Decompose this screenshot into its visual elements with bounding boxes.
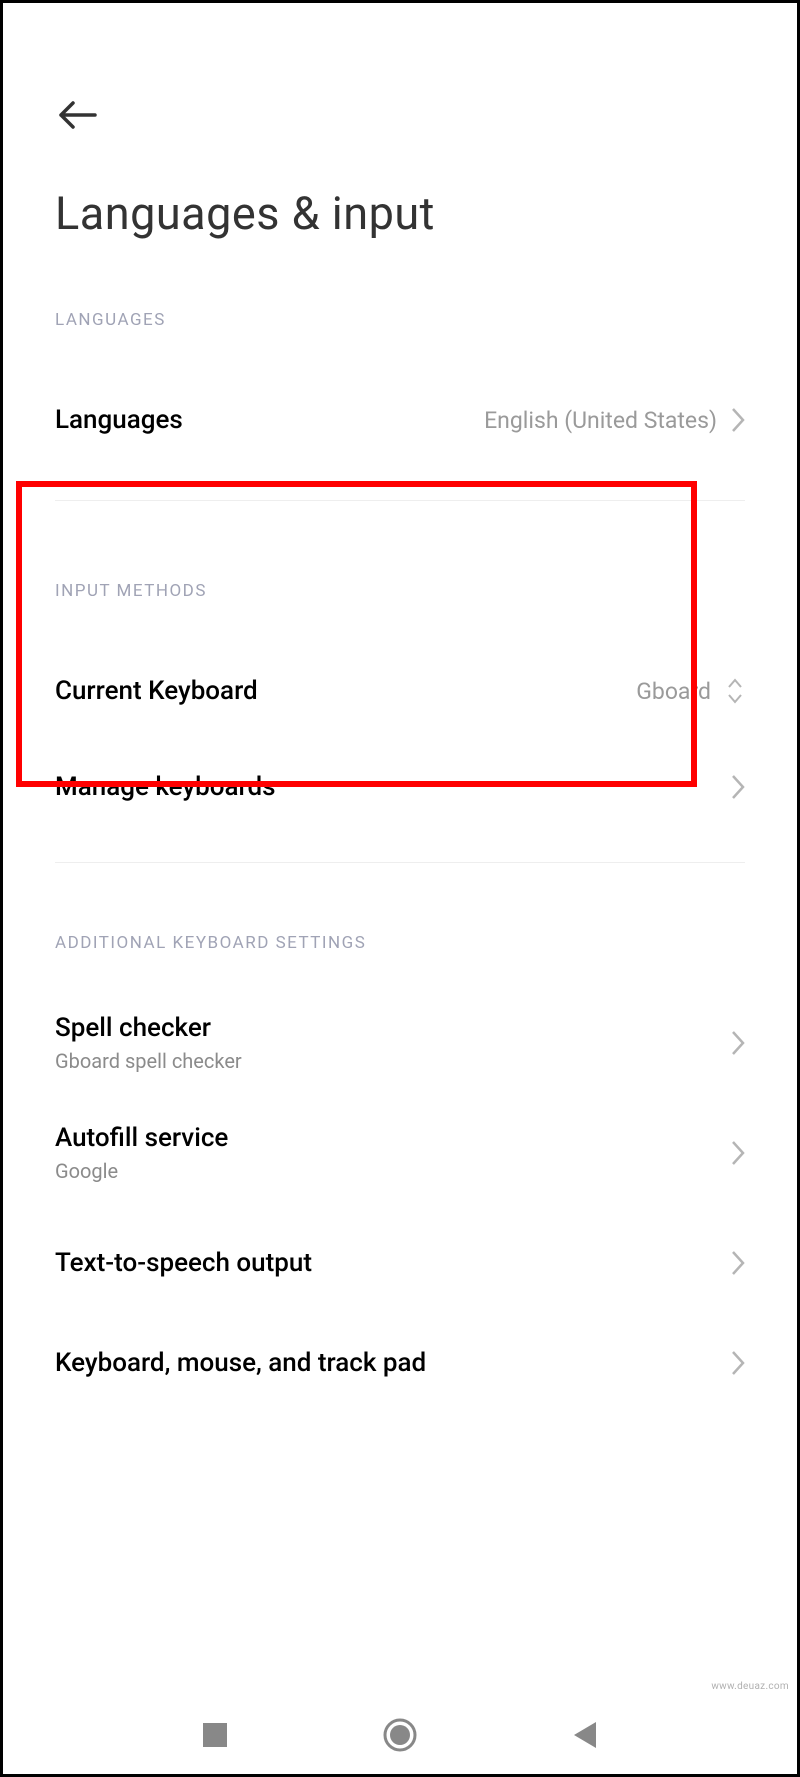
chevron-right-icon <box>731 1250 745 1276</box>
watermark: www.deuaz.com <box>711 1681 789 1692</box>
spell-checker-item[interactable]: Spell checker Gboard spell checker <box>55 998 745 1088</box>
chevron-right-icon <box>731 774 745 800</box>
kmt-title: Keyboard, mouse, and track pad <box>55 1348 426 1378</box>
section-header-additional: ADDITIONAL KEYBOARD SETTINGS <box>55 933 745 953</box>
languages-item[interactable]: Languages English (United States) <box>55 375 745 465</box>
autofill-subtitle: Google <box>55 1159 228 1183</box>
autofill-service-item[interactable]: Autofill service Google <box>55 1108 745 1198</box>
navigation-bar <box>3 1696 797 1774</box>
back-nav-button[interactable] <box>555 1705 615 1765</box>
current-keyboard-value: Gboard <box>636 678 711 705</box>
languages-value: English (United States) <box>484 407 717 434</box>
section-header-languages: LANGUAGES <box>55 310 745 330</box>
circle-icon <box>382 1717 418 1753</box>
text-to-speech-item[interactable]: Text-to-speech output <box>55 1218 745 1308</box>
arrow-left-icon <box>57 101 97 129</box>
current-keyboard-title: Current Keyboard <box>55 676 258 706</box>
current-keyboard-item[interactable]: Current Keyboard Gboard <box>55 646 745 736</box>
chevron-right-icon <box>731 1030 745 1056</box>
recent-apps-button[interactable] <box>185 1705 245 1765</box>
divider <box>55 862 745 863</box>
chevron-right-icon <box>731 1140 745 1166</box>
keyboard-mouse-trackpad-item[interactable]: Keyboard, mouse, and track pad <box>55 1318 745 1408</box>
square-icon <box>202 1722 228 1748</box>
chevron-right-icon <box>731 407 745 433</box>
languages-title: Languages <box>55 405 183 435</box>
tts-title: Text-to-speech output <box>55 1248 312 1278</box>
unfold-icon <box>725 677 745 705</box>
back-button[interactable] <box>55 93 99 137</box>
spell-checker-subtitle: Gboard spell checker <box>55 1049 242 1073</box>
page-title: Languages & input <box>55 187 745 240</box>
manage-keyboards-title: Manage keyboards <box>55 772 276 802</box>
spell-checker-title: Spell checker <box>55 1013 242 1043</box>
home-button[interactable] <box>370 1705 430 1765</box>
manage-keyboards-item[interactable]: Manage keyboards <box>55 742 745 832</box>
triangle-left-icon <box>572 1720 598 1750</box>
chevron-right-icon <box>731 1350 745 1376</box>
autofill-title: Autofill service <box>55 1123 228 1153</box>
section-header-input-methods: INPUT METHODS <box>55 581 745 601</box>
